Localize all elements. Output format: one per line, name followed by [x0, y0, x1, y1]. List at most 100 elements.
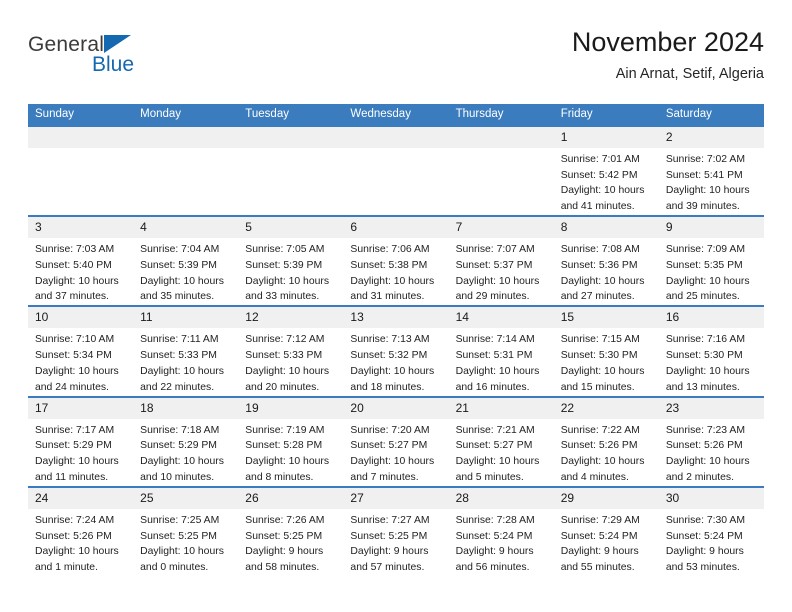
sunrise-text: Sunrise: 7:05 AM	[245, 244, 325, 256]
general-blue-logo[interactable]: General Blue	[28, 34, 228, 86]
daylight-text: Daylight: 10 hours	[245, 275, 330, 287]
day-details: Sunrise: 7:05 AM Sunset: 5:39 PM Daylight:…	[238, 238, 343, 305]
sunset-text: Sunset: 5:37 PM	[455, 259, 533, 271]
day-details: Sunrise: 7:06 AM Sunset: 5:38 PM Daylight:…	[343, 238, 448, 305]
day-number	[133, 126, 239, 148]
daylight-text: and 13 minutes.	[665, 381, 740, 393]
daylight-text: Daylight: 10 hours	[350, 365, 435, 377]
day-number: 24	[28, 487, 134, 509]
sunrise-text: Sunrise: 7:23 AM	[665, 424, 745, 436]
calendar-day-cell[interactable]: 28 Sunrise: 7:28 AM Sunset: 5:24 PM Dayligh…	[448, 485, 554, 577]
daylight-text: Daylight: 9 hours	[665, 546, 744, 558]
calendar-day-cell[interactable]: 5 Sunrise: 7:05 AM Sunset: 5:39 PM Daylight…	[238, 215, 344, 307]
calendar-day-cell[interactable]: 26 Sunrise: 7:26 AM Sunset: 5:25 PM Dayligh…	[238, 485, 344, 577]
daylight-text: and 37 minutes.	[35, 291, 109, 303]
calendar-day-cell[interactable]: 30 Sunrise: 7:30 AM Sunset: 5:24 PM Dayligh…	[658, 485, 764, 577]
triangle-icon	[104, 35, 131, 53]
sunrise-text: Sunrise: 7:03 AM	[35, 244, 115, 256]
day-details: Sunrise: 7:28 AM Sunset: 5:24 PM Daylight:…	[449, 509, 554, 576]
day-details: Sunrise: 7:29 AM Sunset: 5:24 PM Daylight:…	[554, 509, 659, 576]
calendar-day-cell[interactable]: 1 Sunrise: 7:01 AM Sunset: 5:42 PM Daylight…	[553, 126, 659, 217]
calendar-day-cell[interactable]: 6 Sunrise: 7:06 AM Sunset: 5:38 PM Daylight…	[343, 215, 449, 307]
sunset-text: Sunset: 5:25 PM	[245, 530, 323, 542]
day-number	[448, 126, 554, 148]
day-details: Sunrise: 7:18 AM Sunset: 5:29 PM Daylight:…	[133, 419, 238, 486]
daylight-text: Daylight: 10 hours	[665, 275, 750, 287]
daylight-text: and 15 minutes.	[560, 381, 635, 393]
daylight-text: Daylight: 10 hours	[35, 456, 119, 468]
sunrise-text: Sunrise: 7:30 AM	[665, 514, 745, 526]
calendar-day-cell[interactable]: 24 Sunrise: 7:24 AM Sunset: 5:26 PM Dayligh…	[28, 485, 134, 577]
weekday-header-tuesday: Tuesday	[238, 104, 344, 127]
sunset-text: Sunset: 5:29 PM	[35, 440, 112, 452]
day-number: 7	[448, 217, 554, 239]
day-number: 17	[28, 397, 134, 419]
sunset-text: Sunset: 5:24 PM	[560, 530, 638, 542]
calendar-day-cell[interactable]: 23 Sunrise: 7:23 AM Sunset: 5:26 PM Dayligh…	[658, 395, 764, 487]
daylight-text: Daylight: 9 hours	[350, 546, 429, 558]
daylight-text: and 29 minutes.	[455, 291, 530, 303]
calendar-day-cell[interactable]: 8 Sunrise: 7:08 AM Sunset: 5:36 PM Daylight…	[553, 215, 659, 307]
daylight-text: Daylight: 10 hours	[665, 365, 750, 377]
calendar-day-cell[interactable]: 16 Sunrise: 7:16 AM Sunset: 5:30 PM Dayligh…	[658, 305, 764, 397]
weekday-header-row: Sunday Monday Tuesday Wednesday Thursday Frid…	[28, 104, 764, 127]
day-number: 2	[658, 126, 764, 148]
calendar-day-cell[interactable]: 20 Sunrise: 7:20 AM Sunset: 5:27 PM Dayligh…	[343, 395, 449, 487]
calendar-day-cell[interactable]: 18 Sunrise: 7:18 AM Sunset: 5:29 PM Dayligh…	[133, 395, 239, 487]
calendar-day-cell[interactable]: 15 Sunrise: 7:15 AM Sunset: 5:30 PM Dayligh…	[553, 305, 659, 397]
daylight-text: Daylight: 10 hours	[350, 275, 435, 287]
day-details: Sunrise: 7:04 AM Sunset: 5:39 PM Daylight:…	[133, 238, 238, 305]
calendar-day-cell[interactable]: 2 Sunrise: 7:02 AM Sunset: 5:41 PM Daylight…	[658, 126, 764, 217]
calendar-day-cell-empty	[28, 126, 134, 217]
daylight-text: Daylight: 10 hours	[35, 275, 119, 287]
calendar-day-cell[interactable]: 9 Sunrise: 7:09 AM Sunset: 5:35 PM Daylight…	[658, 215, 764, 307]
sunset-text: Sunset: 5:40 PM	[35, 259, 112, 271]
calendar-day-cell[interactable]: 25 Sunrise: 7:25 AM Sunset: 5:25 PM Dayligh…	[133, 485, 239, 577]
sunset-text: Sunset: 5:27 PM	[455, 440, 533, 452]
day-number: 16	[658, 307, 764, 329]
day-details: Sunrise: 7:07 AM Sunset: 5:37 PM Daylight:…	[449, 238, 554, 305]
day-number: 13	[343, 307, 449, 329]
daylight-text: and 27 minutes.	[560, 291, 635, 303]
daylight-text: and 10 minutes.	[140, 471, 215, 483]
calendar-day-cell[interactable]: 4 Sunrise: 7:04 AM Sunset: 5:39 PM Daylight…	[133, 215, 239, 307]
calendar-day-cell[interactable]: 29 Sunrise: 7:29 AM Sunset: 5:24 PM Dayligh…	[553, 485, 659, 577]
calendar-day-cell[interactable]: 27 Sunrise: 7:27 AM Sunset: 5:25 PM Dayligh…	[343, 485, 449, 577]
sunset-text: Sunset: 5:31 PM	[455, 350, 533, 362]
calendar-day-cell[interactable]: 7 Sunrise: 7:07 AM Sunset: 5:37 PM Daylight…	[448, 215, 554, 307]
daylight-text: Daylight: 10 hours	[560, 185, 645, 197]
calendar-day-cell[interactable]: 13 Sunrise: 7:13 AM Sunset: 5:32 PM Dayligh…	[343, 305, 449, 397]
weekday-header-monday: Monday	[133, 104, 239, 127]
daylight-text: and 53 minutes.	[665, 562, 740, 574]
sunset-text: Sunset: 5:39 PM	[245, 259, 323, 271]
calendar-day-cell[interactable]: 22 Sunrise: 7:22 AM Sunset: 5:26 PM Dayligh…	[553, 395, 659, 487]
sunrise-text: Sunrise: 7:01 AM	[560, 153, 640, 165]
calendar-day-cell-empty	[448, 126, 554, 217]
sunrise-text: Sunrise: 7:08 AM	[560, 244, 640, 256]
calendar-day-cell[interactable]: 21 Sunrise: 7:21 AM Sunset: 5:27 PM Dayligh…	[448, 395, 554, 487]
sunset-text: Sunset: 5:30 PM	[665, 350, 743, 362]
day-number: 3	[28, 217, 134, 239]
daylight-text: and 8 minutes.	[245, 471, 314, 483]
calendar-day-cell[interactable]: 3 Sunrise: 7:03 AM Sunset: 5:40 PM Daylight…	[28, 215, 134, 307]
calendar-day-cell[interactable]: 12 Sunrise: 7:12 AM Sunset: 5:33 PM Dayligh…	[238, 305, 344, 397]
sunset-text: Sunset: 5:26 PM	[665, 440, 743, 452]
daylight-text: and 31 minutes.	[350, 291, 425, 303]
sunrise-text: Sunrise: 7:24 AM	[35, 514, 115, 526]
day-number: 22	[553, 397, 659, 419]
sunset-text: Sunset: 5:25 PM	[350, 530, 428, 542]
sunrise-text: Sunrise: 7:19 AM	[245, 424, 325, 436]
daylight-text: Daylight: 10 hours	[455, 275, 540, 287]
daylight-text: Daylight: 10 hours	[35, 546, 119, 558]
calendar-day-cell[interactable]: 19 Sunrise: 7:19 AM Sunset: 5:28 PM Dayligh…	[238, 395, 344, 487]
sunset-text: Sunset: 5:33 PM	[140, 350, 217, 362]
calendar-day-cell[interactable]: 10 Sunrise: 7:10 AM Sunset: 5:34 PM Dayligh…	[28, 305, 134, 397]
day-number: 9	[658, 217, 764, 239]
sunrise-text: Sunrise: 7:28 AM	[455, 514, 535, 526]
weekday-header-sunday: Sunday	[28, 104, 134, 127]
weekday-header-wednesday: Wednesday	[343, 104, 449, 127]
calendar-day-cell[interactable]: 14 Sunrise: 7:14 AM Sunset: 5:31 PM Dayligh…	[448, 305, 554, 397]
calendar-day-cell[interactable]: 11 Sunrise: 7:11 AM Sunset: 5:33 PM Dayligh…	[133, 305, 239, 397]
sunrise-text: Sunrise: 7:09 AM	[665, 244, 745, 256]
calendar-day-cell[interactable]: 17 Sunrise: 7:17 AM Sunset: 5:29 PM Dayligh…	[28, 395, 134, 487]
